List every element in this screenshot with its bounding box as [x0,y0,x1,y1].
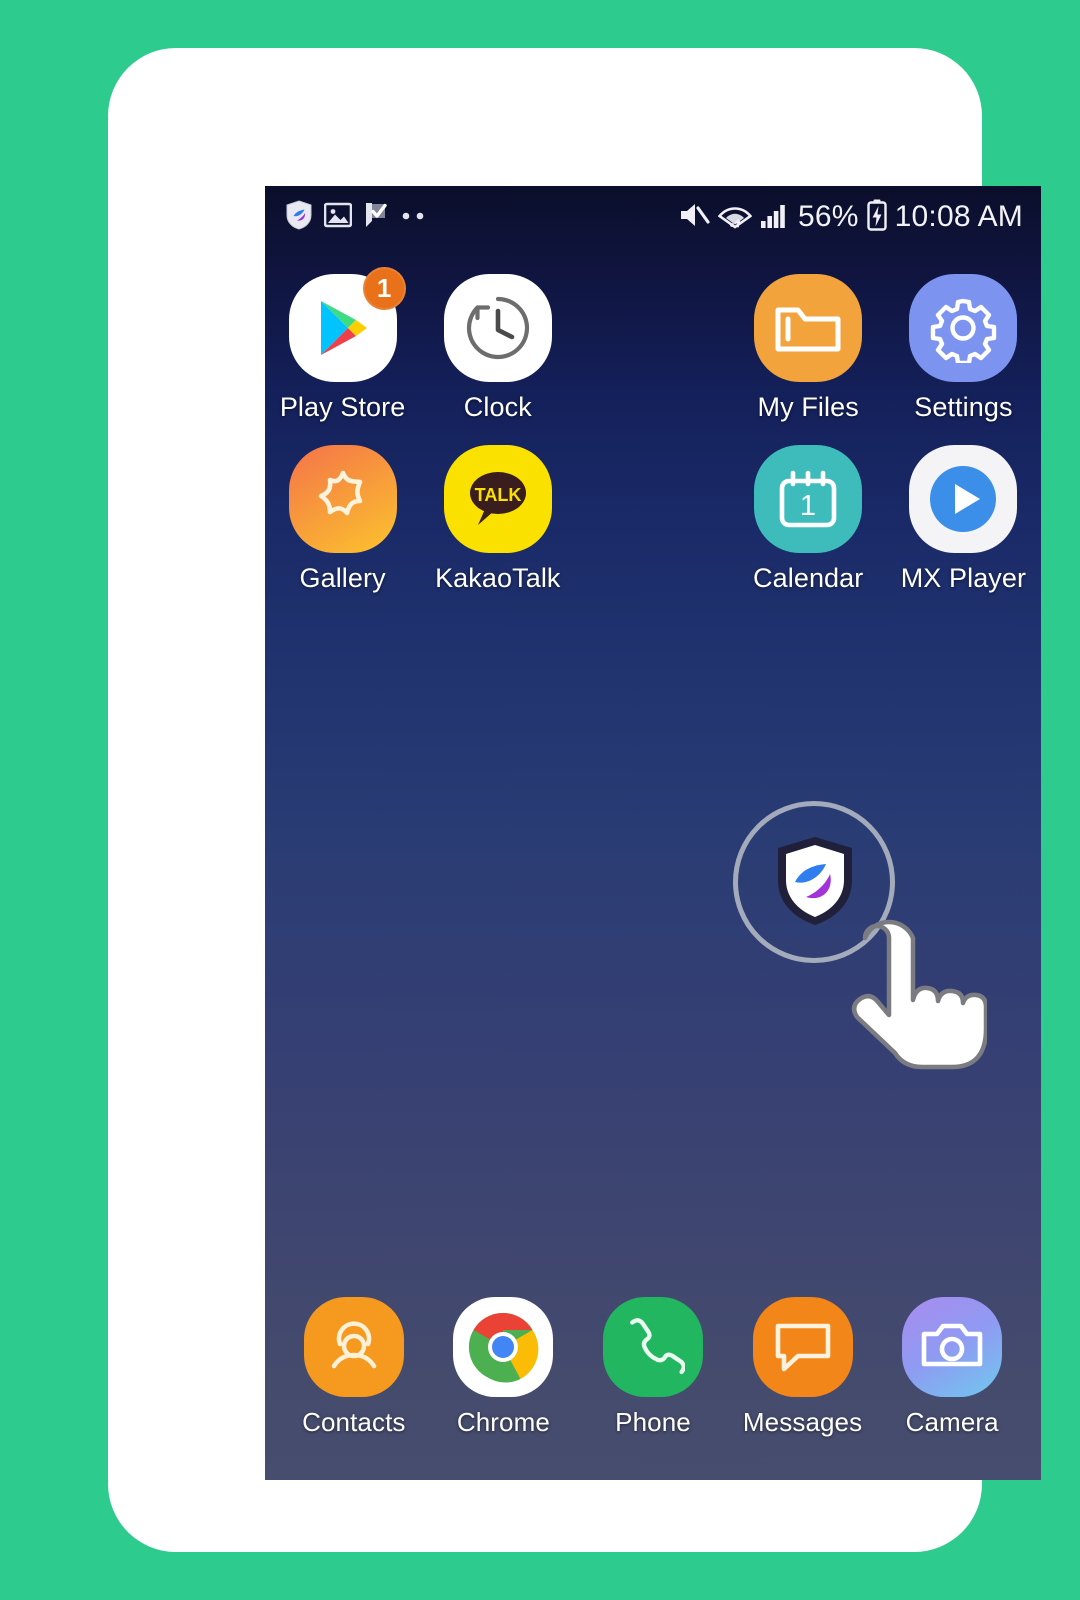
status-bar-left-icons [285,199,430,235]
mx-player-icon-wrap [909,445,1018,553]
play-store-icon-wrap: 1 [288,267,406,382]
status-bar: 56% 10:08 AM [265,186,1041,248]
gallery-icon [288,445,397,553]
app-mx-player[interactable]: MX Player [886,445,1041,594]
kakaotalk-icon: TALK [443,445,552,553]
dock: Contacts Chrome Phone Messages Camera [265,1297,1041,1438]
app-label: My Files [757,392,859,422]
dock-app-contacts[interactable]: Contacts [279,1297,429,1438]
contacts-icon-wrap [303,1297,404,1397]
app-my-files[interactable]: My Files [731,274,886,423]
app-grid: 1 Play Store Clock My Files Settings Gal… [265,267,1041,594]
status-bar-right-icons: 56% 10:08 AM [678,199,1023,236]
clock-text: 10:08 AM [894,200,1023,233]
my-files-icon-wrap [754,274,863,382]
contacts-icon [303,1297,404,1397]
camera-icon [902,1297,1003,1397]
dock-app-camera[interactable]: Camera [877,1297,1027,1438]
app-play-store[interactable]: 1 Play Store [265,267,420,423]
chrome-icon-wrap [453,1297,554,1397]
wifi-icon [717,201,753,234]
phone-icon-wrap [602,1297,703,1397]
app-row-1: 1 Play Store Clock My Files Settings [265,267,1041,423]
app-label: Calendar [753,563,864,593]
settings-gear-icon [909,274,1018,382]
app-gallery[interactable]: Gallery [265,445,420,594]
phone-icon [602,1297,703,1397]
app-label: Phone [615,1407,691,1437]
kakaotalk-icon-wrap: TALK [443,445,552,553]
app-row-2: Gallery TALK KakaoTalk 1 Calendar MX Pla… [265,445,1041,594]
cellular-signal-icon [760,201,790,234]
calendar-icon: 1 [754,445,863,553]
hand-pointer-cursor [827,904,989,1074]
my-files-icon [754,274,863,382]
messages-icon [752,1297,853,1397]
clock-icon [443,274,552,382]
app-kakaotalk[interactable]: TALK KakaoTalk [420,445,575,594]
app-label: Settings [914,392,1013,422]
app-label: MX Player [900,563,1027,593]
clock-icon-wrap [443,274,552,382]
battery-charging-icon [866,199,887,236]
battery-percent-text: 56% [797,200,859,233]
dock-app-phone[interactable]: Phone [578,1297,728,1438]
gallery-notification-icon [323,202,353,233]
app-settings[interactable]: Settings [886,274,1041,423]
app-label: Gallery [299,563,386,593]
settings-icon-wrap [909,274,1018,382]
app-calendar[interactable]: 1 Calendar [731,445,886,594]
kakaotalk-label: TALK [474,485,521,505]
app-label: KakaoTalk [435,563,561,593]
calendar-day-label: 1 [800,490,816,522]
app-label: Camera [905,1407,999,1437]
mx-player-icon [909,445,1018,553]
app-label: Messages [742,1407,863,1437]
calendar-icon-wrap: 1 [754,445,863,553]
camera-icon-wrap [902,1297,1003,1397]
phone-screen: 56% 10:08 AM 1 Play Store Clock My Files… [265,186,1041,1480]
phone-frame: 56% 10:08 AM 1 Play Store Clock My Files… [108,48,1041,1552]
play-store-badge: 1 [362,267,406,310]
dock-app-chrome[interactable]: Chrome [429,1297,579,1438]
shield-vpn-icon [285,199,313,235]
mute-icon [678,200,710,235]
messages-icon-wrap [752,1297,853,1397]
app-label: Play Store [279,392,406,422]
dock-app-messages[interactable]: Messages [728,1297,878,1438]
check-flag-icon [363,201,389,234]
app-clock[interactable]: Clock [420,274,575,423]
app-label: Contacts [302,1407,406,1437]
app-label: Clock [463,392,532,422]
more-notifications-icon [400,208,430,226]
app-label: Chrome [456,1407,550,1437]
chrome-icon [453,1297,554,1397]
gallery-icon-wrap [288,445,397,553]
